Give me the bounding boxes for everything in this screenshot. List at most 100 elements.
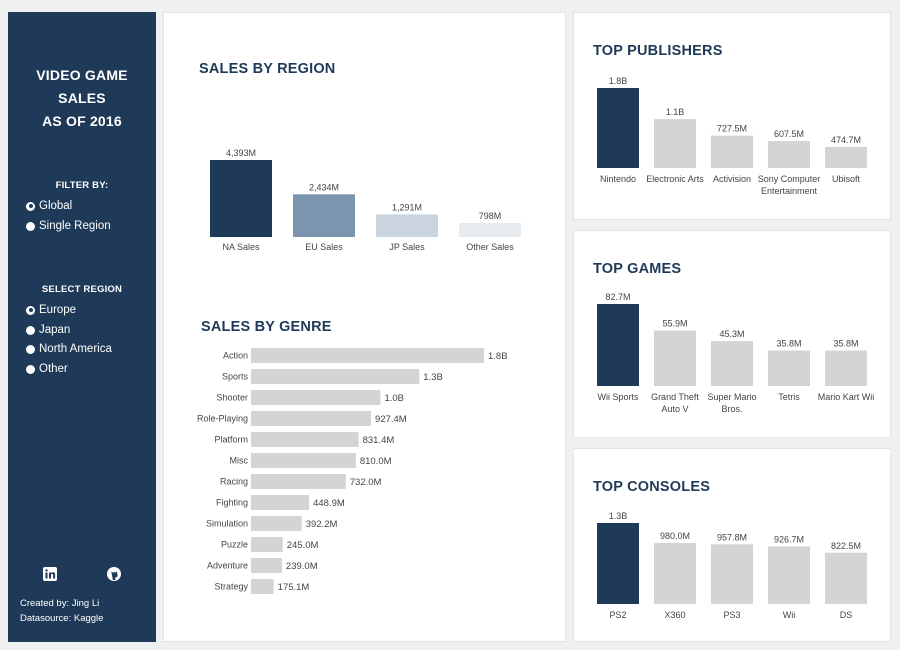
radio-label: Global xyxy=(39,200,73,212)
bar xyxy=(768,141,810,168)
category-label: Nintendo xyxy=(600,174,636,184)
category-label: Shooter xyxy=(216,393,248,403)
category-label: Racing xyxy=(220,477,248,487)
bar-value-label: 980.0M xyxy=(660,531,690,541)
bar xyxy=(251,348,484,363)
publishers-chart: 1.8B Nintendo 1.1B Electronic Arts 727.5M Act… xyxy=(597,76,867,196)
bar-value-label: 245.0M xyxy=(287,540,319,551)
filter-option-single-region[interactable]: Single Region xyxy=(26,218,111,234)
bar xyxy=(768,546,810,604)
bar xyxy=(654,119,696,168)
bar-value-label: 4,393M xyxy=(226,148,256,158)
bar xyxy=(459,223,521,237)
bar-value-label: 1.8B xyxy=(609,76,628,86)
region-option-north-america[interactable]: North America xyxy=(26,341,112,357)
bar-value-label: 607.5M xyxy=(774,129,804,139)
consoles-chart: 1.3B PS2 980.0M X360 957.8M PS3 926.7M Wii 822.5… xyxy=(597,511,867,620)
bar-value-label: 55.9M xyxy=(662,319,687,329)
bar xyxy=(251,558,282,573)
region-option-europe[interactable]: Europe xyxy=(26,302,76,318)
category-label: Auto V xyxy=(661,404,688,414)
bar-value-label: 448.9M xyxy=(313,498,345,509)
consoles-panel: TOP CONSOLES 1.3B PS2 980.0M X360 957.8M PS3 9… xyxy=(573,448,891,642)
bar-value-label: 831.4M xyxy=(363,435,395,446)
bar xyxy=(251,432,359,447)
bar-value-label: 727.5M xyxy=(717,124,747,134)
bar-value-label: 1.3B xyxy=(423,372,443,383)
linkedin-icon[interactable] xyxy=(43,567,57,581)
bar xyxy=(251,495,310,510)
category-label: Platform xyxy=(214,435,248,445)
bar xyxy=(376,214,438,237)
games-panel: TOP GAMES 82.7M Wii Sports 55.9M Grand Thef… xyxy=(573,230,891,438)
bar xyxy=(251,579,274,594)
bar-value-label: 957.8M xyxy=(717,532,747,542)
category-label: DS xyxy=(840,610,853,620)
category-label: Simulation xyxy=(206,519,248,529)
bar-value-label: 1.8B xyxy=(488,351,508,362)
category-label: Grand Theft xyxy=(651,392,699,402)
category-label: Ubisoft xyxy=(832,174,861,184)
datasource: Datasource: Kaggle xyxy=(20,613,104,624)
region-option-japan[interactable]: Japan xyxy=(26,322,70,338)
category-label: X360 xyxy=(664,610,685,620)
bar-value-label: 1.3B xyxy=(609,511,628,521)
radio-icon xyxy=(26,325,35,335)
bar-value-label: 927.4M xyxy=(375,414,407,425)
bar-value-label: 2,434M xyxy=(309,182,339,192)
bar-value-label: 239.0M xyxy=(286,561,318,572)
category-label: Tetris xyxy=(778,392,800,402)
category-label: Wii xyxy=(783,610,796,620)
games-chart: 82.7M Wii Sports 55.9M Grand Theft Auto V 45.… xyxy=(597,292,875,414)
category-label: Action xyxy=(223,351,248,361)
radio-icon xyxy=(26,344,35,354)
bar-value-label: 1,291M xyxy=(392,202,422,212)
radio-label: Single Region xyxy=(39,220,111,232)
radio-selected-icon xyxy=(26,305,35,315)
bar xyxy=(251,390,381,405)
bar xyxy=(654,330,696,386)
bar-value-label: 175.1M xyxy=(278,582,310,593)
category-label: JP Sales xyxy=(389,242,425,252)
category-label: Activision xyxy=(713,174,751,184)
radio-label: Other xyxy=(39,363,68,375)
category-label: Fighting xyxy=(216,498,248,508)
bar xyxy=(251,516,302,531)
radio-selected-icon xyxy=(26,201,35,211)
category-label: Super Mario xyxy=(707,392,756,402)
category-label: EU Sales xyxy=(305,242,343,252)
bar xyxy=(711,341,753,386)
category-label: NA Sales xyxy=(222,242,260,252)
bar xyxy=(251,411,372,426)
category-label: Adventure xyxy=(207,561,248,571)
category-label: Entertainment xyxy=(761,186,818,196)
bar xyxy=(597,304,639,386)
sidebar: VIDEO GAME SALES AS OF 2016 FILTER BY: G… xyxy=(8,12,156,642)
category-label: Bros. xyxy=(721,404,742,414)
bar xyxy=(654,542,696,604)
category-label: PS2 xyxy=(609,610,626,620)
category-label: Electronic Arts xyxy=(646,174,704,184)
radio-label: North America xyxy=(39,343,112,355)
filter-option-global[interactable]: Global xyxy=(26,198,72,214)
category-label: Strategy xyxy=(214,582,248,592)
bar xyxy=(825,146,867,168)
bar-value-label: 1.1B xyxy=(666,107,685,117)
category-label: Other Sales xyxy=(466,242,514,252)
bar-value-label: 810.0M xyxy=(360,456,392,467)
bar-value-label: 822.5M xyxy=(831,541,861,551)
category-label: Misc xyxy=(230,456,249,466)
bar xyxy=(251,474,346,489)
region-option-other[interactable]: Other xyxy=(26,361,68,377)
genre-chart: Action 1.8B Sports 1.3B Shooter 1.0B Role-Play… xyxy=(197,348,508,594)
region-label: SELECT REGION xyxy=(41,284,123,295)
category-label: Sports xyxy=(222,372,249,382)
bar-value-label: 1.0B xyxy=(384,393,404,404)
created-by: Created by: Jing Li xyxy=(20,598,100,609)
radio-icon xyxy=(26,221,35,231)
bar xyxy=(711,135,753,168)
github-icon[interactable] xyxy=(107,567,121,581)
bar xyxy=(251,537,283,552)
category-label: PS3 xyxy=(723,610,740,620)
category-label: Mario Kart Wii xyxy=(818,392,875,402)
